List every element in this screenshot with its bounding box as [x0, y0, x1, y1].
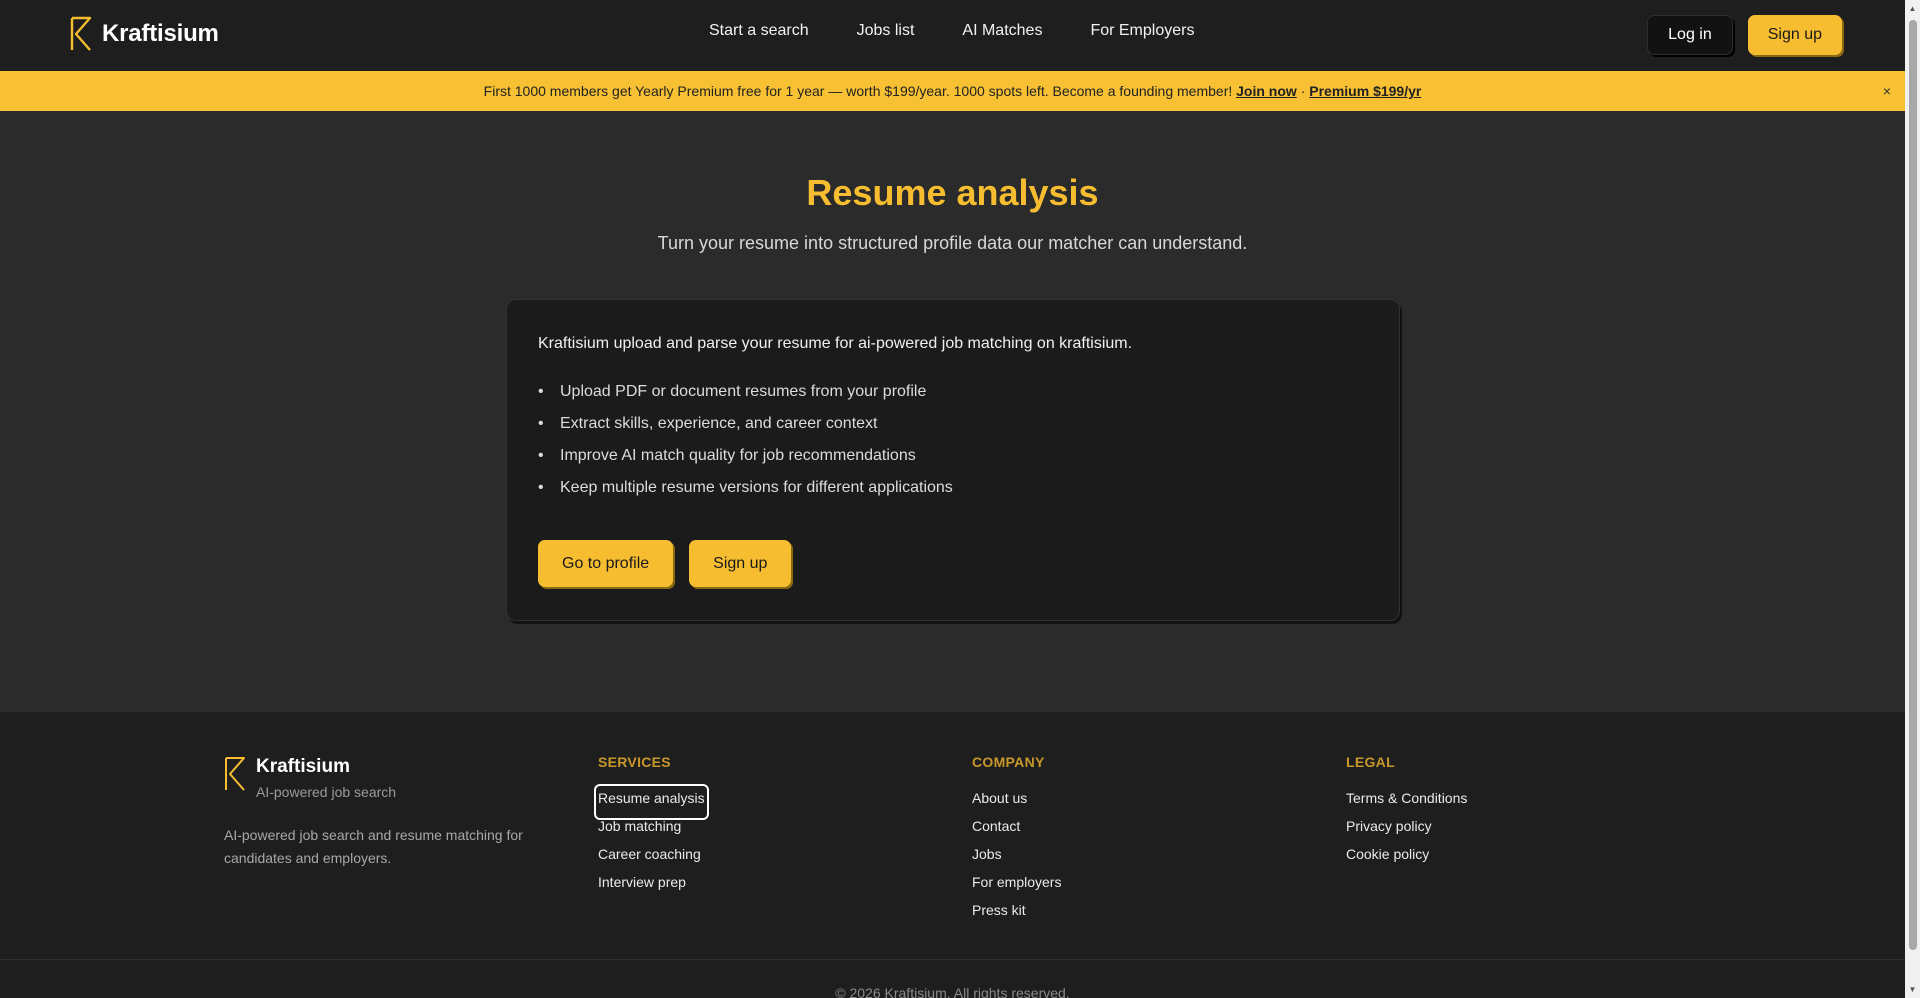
footer-company-title: COMPANY: [972, 754, 1045, 770]
page-scrollbar[interactable]: ▲ ▼: [1905, 0, 1920, 998]
login-button[interactable]: Log in: [1647, 15, 1733, 55]
footer-link-contact[interactable]: Contact: [972, 816, 1061, 844]
footer-description: AI-powered job search and resume matchin…: [224, 827, 523, 866]
scroll-down-arrow-icon[interactable]: ▼: [1908, 985, 1917, 994]
footer-legal-title: LEGAL: [1346, 754, 1395, 770]
nav-actions: Log in Sign up: [1647, 15, 1842, 55]
list-item: • Keep multiple resume versions for diffe…: [538, 479, 953, 496]
brand-name: Kraftisium: [102, 20, 219, 47]
site-footer: Kraftisium AI-powered job search AI-powe…: [0, 711, 1905, 998]
scroll-up-arrow-icon[interactable]: ▲: [1908, 4, 1917, 13]
footer-legal: LEGAL Terms & Conditions Privacy policy …: [1346, 754, 1467, 872]
card-intro: Kraftisium upload and parse your resume …: [538, 335, 1133, 352]
resume-analysis-card: Kraftisium upload and parse your resume …: [506, 299, 1400, 621]
go-to-profile-button[interactable]: Go to profile: [538, 540, 674, 587]
brand-logo-link[interactable]: Kraftisium: [70, 16, 219, 52]
footer-link-interview-prep[interactable]: Interview prep: [598, 872, 705, 900]
scrollbar-thumb[interactable]: [1909, 20, 1917, 950]
footer-company: COMPANY About us Contact Jobs For employ…: [972, 754, 1061, 928]
bullet-icon: •: [538, 447, 544, 464]
footer-link-jobs[interactable]: Jobs: [972, 844, 1061, 872]
footer-link-cookie[interactable]: Cookie policy: [1346, 844, 1467, 872]
copyright: © 2026 Kraftisium. All rights reserved.: [835, 985, 1070, 998]
footer-brand-name: Kraftisium: [256, 756, 350, 777]
close-icon[interactable]: ×: [1883, 83, 1891, 99]
bullet-icon: •: [538, 415, 544, 432]
kraftisium-logo-icon: [70, 16, 92, 51]
kraftisium-logo-icon: [225, 757, 245, 791]
nav-ai-matches[interactable]: AI Matches: [962, 22, 1042, 40]
footer-link-about[interactable]: About us: [972, 788, 1061, 816]
footer-brand[interactable]: Kraftisium AI-powered job search: [224, 756, 396, 800]
footer-link-privacy[interactable]: Privacy policy: [1346, 816, 1467, 844]
card-signup-button[interactable]: Sign up: [689, 540, 792, 587]
signup-button[interactable]: Sign up: [1747, 15, 1842, 55]
footer-link-career-coaching[interactable]: Career coaching: [598, 844, 705, 872]
nav-jobs-list[interactable]: Jobs list: [857, 22, 915, 40]
feature-list: • Upload PDF or document resumes from you…: [538, 382, 953, 510]
footer-link-press-kit[interactable]: Press kit: [972, 900, 1061, 928]
banner-join-link[interactable]: Join now: [1236, 83, 1297, 99]
footer-services-title: SERVICES: [598, 754, 671, 770]
banner-separator: ·: [1300, 83, 1306, 99]
footer-link-resume-analysis[interactable]: Resume analysis: [594, 784, 709, 820]
nav-start-search[interactable]: Start a search: [709, 22, 809, 40]
nav-for-employers[interactable]: For Employers: [1090, 22, 1194, 40]
footer-link-job-matching[interactable]: Job matching: [598, 816, 705, 844]
promo-banner: First 1000 members get Yearly Premium fr…: [0, 71, 1905, 111]
bullet-icon: •: [538, 383, 544, 400]
bullet-icon: •: [538, 479, 544, 496]
list-item: • Improve AI match quality for job recomm…: [538, 447, 916, 464]
footer-tagline: AI-powered job search: [256, 784, 397, 800]
banner-text: First 1000 members get Yearly Premium fr…: [483, 83, 1233, 99]
footer-divider: [0, 959, 1905, 960]
footer-link-terms[interactable]: Terms & Conditions: [1346, 788, 1467, 816]
page-title: Resume analysis: [806, 172, 1099, 213]
card-actions: Go to profile Sign up: [538, 540, 792, 587]
banner-premium-link[interactable]: Premium $199/yr: [1309, 83, 1421, 99]
footer-link-for-employers[interactable]: For employers: [972, 872, 1061, 900]
list-item: • Upload PDF or document resumes from you…: [538, 383, 927, 400]
main-nav: Start a search Jobs list AI Matches For …: [709, 22, 1194, 40]
top-navbar: Kraftisium Start a search Jobs list AI M…: [0, 0, 1905, 71]
list-item: • Extract skills, experience, and career …: [538, 415, 878, 432]
footer-services: SERVICES Resume analysis Job matching Ca…: [594, 754, 709, 900]
page-subtitle: Turn your resume into structured profile…: [657, 233, 1248, 253]
